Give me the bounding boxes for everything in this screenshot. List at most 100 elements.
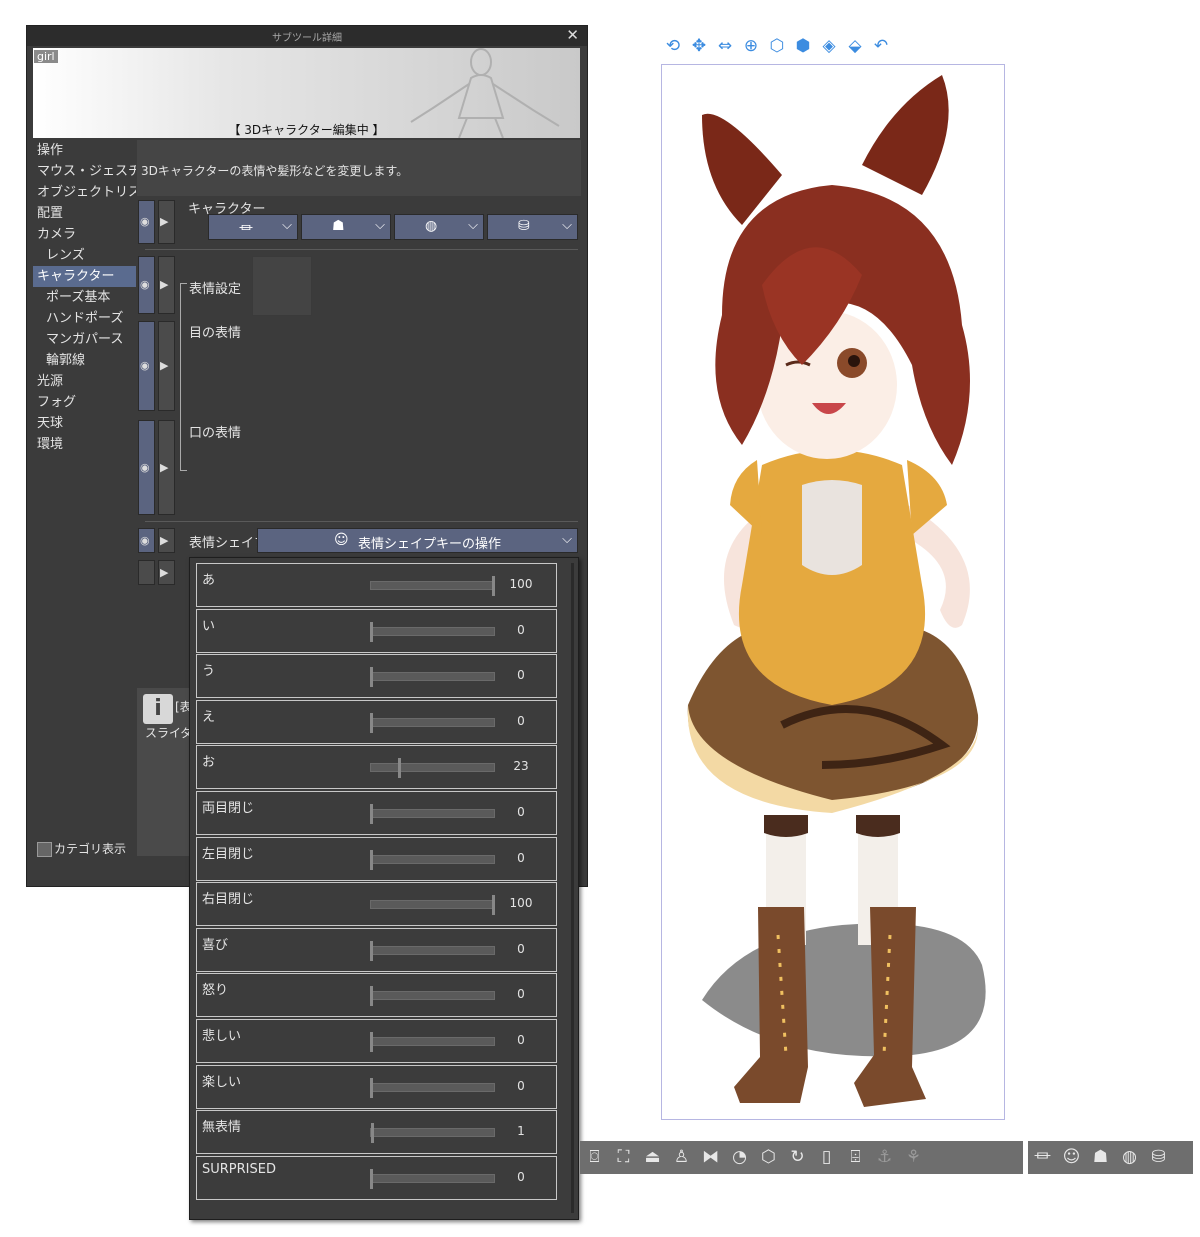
slider-knob[interactable] <box>398 758 401 779</box>
category-item[interactable]: 天球 <box>33 413 136 434</box>
category-item[interactable]: 輪郭線 <box>33 350 136 371</box>
slider-knob[interactable] <box>492 576 495 596</box>
category-item[interactable]: 配置 <box>33 203 136 224</box>
rotate-z-axis-icon[interactable]: ◈ <box>816 33 842 59</box>
rotate-camera-icon[interactable]: ⟲ <box>660 33 686 59</box>
shape-key-slider[interactable] <box>370 1037 495 1046</box>
shape-key-value[interactable]: 0 <box>507 851 535 865</box>
slider-knob[interactable] <box>370 1077 373 1098</box>
category-item[interactable]: マウス・ジェスチャー <box>33 161 136 182</box>
slider-knob[interactable] <box>370 804 373 824</box>
shape-key-row[interactable]: 左目閉じ 0 <box>196 836 557 881</box>
fit-to-view-icon[interactable]: ⛶ <box>609 1141 638 1174</box>
slider-knob[interactable] <box>370 667 373 688</box>
expand-toggle[interactable]: ▶ <box>158 321 175 411</box>
shape-key-row[interactable]: お 23 <box>196 745 557 790</box>
shape-key-slider[interactable] <box>370 809 495 818</box>
shape-key-value[interactable]: 0 <box>507 1079 535 1093</box>
shape-key-row[interactable]: 楽しい 0 <box>196 1064 557 1109</box>
shape-key-value[interactable]: 0 <box>507 668 535 682</box>
shape-key-row[interactable]: 喜び 0 <box>196 927 557 972</box>
shape-key-slider[interactable] <box>370 672 495 682</box>
close-icon[interactable]: ✕ <box>566 26 579 44</box>
visibility-toggle[interactable]: ◉ <box>138 321 155 411</box>
shape-key-value[interactable]: 0 <box>507 987 535 1001</box>
head-dropdown[interactable]: ◍ ⌵ <box>394 214 484 240</box>
snap-object-icon[interactable]: ⬙ <box>842 33 868 59</box>
body-shape-dropdown[interactable]: ⏛ ⌵ <box>208 214 298 240</box>
shape-key-slider[interactable] <box>370 991 495 1001</box>
shape-key-value[interactable]: 0 <box>507 1170 535 1184</box>
flip-pose-icon[interactable]: ⧓ <box>696 1141 725 1174</box>
shape-key-value[interactable]: 0 <box>507 805 535 819</box>
shape-key-row[interactable]: 無表情 1 <box>196 1110 557 1155</box>
slider-knob[interactable] <box>370 1168 373 1189</box>
category-item[interactable]: ポーズ基本 <box>33 287 136 308</box>
ik-icon[interactable]: ⚓ <box>870 1141 899 1174</box>
shape-key-slider[interactable] <box>370 1128 495 1138</box>
bag-icon[interactable]: ⛁ <box>1144 1141 1173 1174</box>
pan-camera-icon[interactable]: ✥ <box>686 33 712 59</box>
shape-key-value[interactable]: 0 <box>507 714 535 728</box>
shape-key-slider[interactable] <box>370 763 495 773</box>
visibility-toggle[interactable]: ◉ <box>138 420 155 515</box>
shape-key-value[interactable]: 23 <box>507 759 535 773</box>
shape-key-value[interactable]: 100 <box>507 577 535 591</box>
shape-key-value[interactable]: 0 <box>507 1033 535 1047</box>
reset-rotation-icon[interactable]: ↻ <box>783 1141 812 1174</box>
pose-icon[interactable]: ♙ <box>667 1141 696 1174</box>
expand-toggle[interactable]: ▶ <box>158 420 175 515</box>
category-item[interactable]: レンズ <box>33 245 136 266</box>
category-item[interactable]: 環境 <box>33 434 136 455</box>
category-item[interactable]: カメラ <box>33 224 136 245</box>
slider-knob[interactable] <box>370 1032 373 1052</box>
category-item[interactable]: ハンドポーズ <box>33 308 136 329</box>
visibility-toggle[interactable] <box>138 560 155 585</box>
shape-key-slider[interactable] <box>370 1082 495 1092</box>
expression-shape-dropdown[interactable]: ☺ 表情シェイプキーの操作 ⌵ <box>257 528 578 553</box>
shape-key-slider[interactable] <box>370 626 495 636</box>
panel-titlebar[interactable]: サブツール詳細 ✕ <box>27 26 587 46</box>
hair-icon[interactable]: ☗ <box>1086 1141 1115 1174</box>
move-object-icon[interactable]: ⊕ <box>738 33 764 59</box>
expand-toggle[interactable]: ▶ <box>158 528 175 553</box>
shape-key-slider[interactable] <box>370 945 495 955</box>
category-item[interactable]: 操作 <box>33 140 136 161</box>
reset-icon[interactable]: ↶ <box>868 33 894 59</box>
head-icon[interactable]: ◍ <box>1115 1141 1144 1174</box>
face-icon[interactable]: ☺ <box>1057 1141 1086 1174</box>
shape-key-value[interactable]: 0 <box>507 942 535 956</box>
expand-toggle[interactable]: ▶ <box>158 200 175 244</box>
zoom-camera-icon[interactable]: ⇔ <box>712 33 738 59</box>
shape-key-slider[interactable] <box>370 581 495 590</box>
category-item-selected[interactable]: キャラクター <box>33 266 136 287</box>
visibility-toggle[interactable]: ◉ <box>138 200 155 244</box>
shape-key-row[interactable]: あ 100 <box>196 563 557 607</box>
hairstyle-dropdown[interactable]: ☗ ⌵ <box>301 214 391 240</box>
slider-knob[interactable] <box>370 621 373 642</box>
slider-knob[interactable] <box>370 986 373 1007</box>
rotation-icon[interactable]: ◔ <box>725 1141 754 1174</box>
category-display-checkbox[interactable]: カテゴリ表示 <box>37 840 126 857</box>
slider-knob[interactable] <box>371 1123 374 1144</box>
scrollbar[interactable] <box>571 563 574 1213</box>
expression-preview-swatch[interactable] <box>252 256 312 316</box>
category-item[interactable]: オブジェクトリスト <box>33 182 136 203</box>
rotate-y-axis-icon[interactable]: ⬢ <box>790 33 816 59</box>
shape-key-row[interactable]: い0 <box>196 608 557 653</box>
shape-key-row[interactable]: 右目閉じ 100 <box>196 882 557 927</box>
visibility-toggle[interactable]: ◉ <box>138 256 155 314</box>
rotate-object-icon[interactable]: ⬡ <box>764 33 790 59</box>
shape-key-row[interactable]: う0 <box>196 654 557 699</box>
3d-character-model[interactable] <box>662 65 1004 1119</box>
expand-toggle[interactable]: ▶ <box>158 256 175 314</box>
shape-key-slider[interactable] <box>370 900 495 910</box>
shape-key-row[interactable]: SURPRISED 0 <box>196 1155 557 1200</box>
visibility-toggle[interactable]: ◉ <box>138 528 155 553</box>
joint-icon[interactable]: ⚘ <box>899 1141 928 1174</box>
shape-key-slider[interactable] <box>370 717 495 727</box>
slider-knob[interactable] <box>492 895 495 916</box>
shape-key-row[interactable]: 両目閉じ 0 <box>196 791 557 835</box>
category-item[interactable]: フォグ <box>33 392 136 413</box>
shape-key-row[interactable]: 怒り 0 <box>196 973 557 1018</box>
